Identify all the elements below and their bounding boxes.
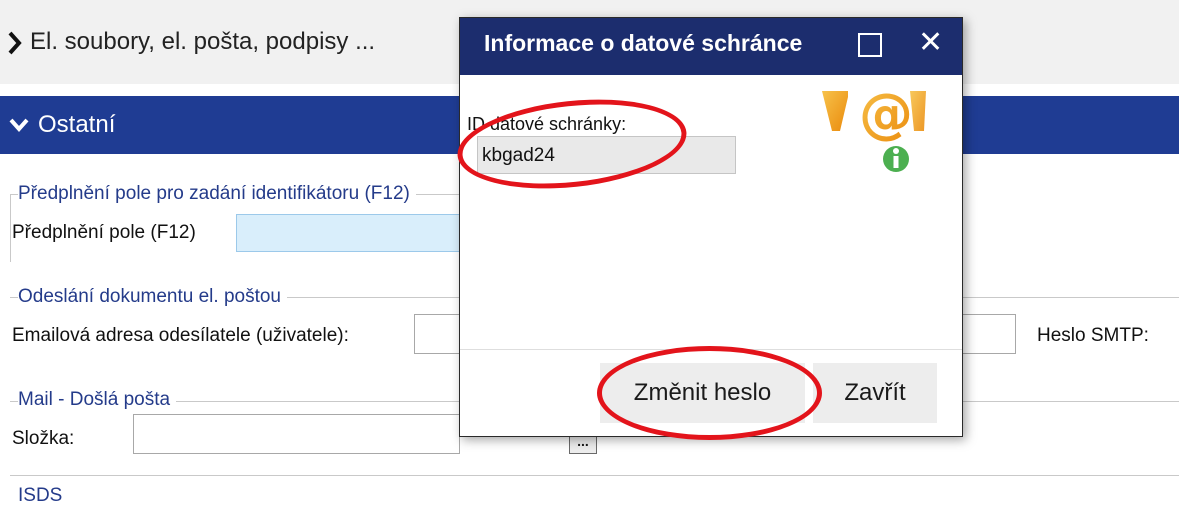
folder-browse-button[interactable]: ... <box>569 434 597 454</box>
sender-email-label: Emailová adresa odesílatele (uživatele): <box>12 325 349 346</box>
sender-email-input[interactable] <box>414 314 460 354</box>
sender-email-input-right[interactable] <box>962 314 1016 354</box>
fieldset-legend-email: Odeslání dokumentu el. poštou <box>18 286 288 308</box>
dialog-title: Informace o datové schránce <box>484 30 803 56</box>
smtp-password-label: Heslo SMTP: <box>1037 325 1149 346</box>
fieldset-legend-isds: ISDS <box>18 485 69 507</box>
folder-input[interactable] <box>133 414 460 454</box>
folder-label: Složka: <box>12 428 75 449</box>
databox-id-field[interactable]: kbgad24 <box>477 136 736 174</box>
maximize-icon[interactable] <box>858 33 882 57</box>
databox-at-info-icon: @ <box>822 85 926 175</box>
chevron-right-icon[interactable] <box>6 30 24 56</box>
fieldset-legend-prefill: Předplnění pole pro zadání identifikátor… <box>18 183 416 205</box>
svg-text:@: @ <box>859 85 913 145</box>
databox-id-label: ID datové schránky: <box>467 114 627 134</box>
section-title-other[interactable]: Ostatní <box>38 111 115 139</box>
dialog-separator <box>460 349 962 350</box>
close-dialog-button[interactable]: Zavřít <box>813 363 937 423</box>
fieldset-border <box>10 475 1179 476</box>
fieldset-border <box>10 194 11 262</box>
prefill-input[interactable] <box>236 214 460 252</box>
prefill-label: Předplnění pole (F12) <box>12 222 196 243</box>
change-password-button[interactable]: Změnit heslo <box>600 363 805 423</box>
chevron-down-icon[interactable] <box>8 116 30 134</box>
close-icon[interactable]: ✕ <box>918 28 943 58</box>
section-title[interactable]: El. soubory, el. pošta, podpisy ... <box>30 28 375 56</box>
fieldset-legend-mail: Mail - Došlá pošta <box>18 389 177 411</box>
